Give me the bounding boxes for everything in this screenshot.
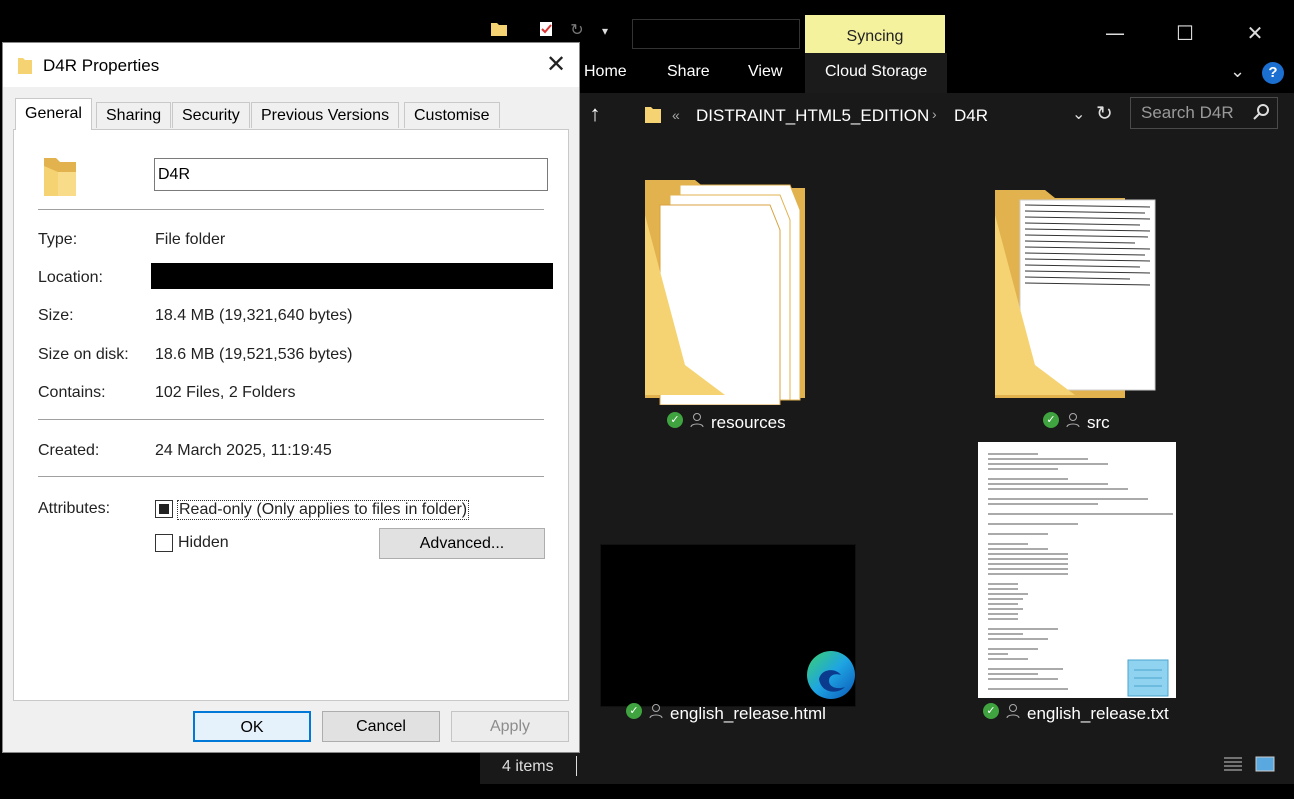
explorer-window: ↻ ▾ Syncing — ☐ ✕ Home Share View Cloud … (480, 10, 1294, 784)
person-icon (690, 412, 704, 428)
tab-home[interactable]: Home (584, 53, 627, 93)
created-value: 24 March 2025, 11:19:45 (155, 442, 332, 459)
address-dropdown-icon[interactable]: ⌄ (1072, 104, 1085, 124)
type-label: Type: (38, 231, 78, 248)
divider (576, 756, 577, 776)
search-icon[interactable] (1253, 103, 1271, 126)
item-label-html[interactable]: english_release.html (670, 704, 826, 724)
readonly-label[interactable]: Read-only (Only applies to files in fold… (177, 500, 470, 520)
breadcrumb-current[interactable]: D4R (954, 106, 988, 126)
chevron-down-icon[interactable]: ▾ (594, 20, 616, 42)
advanced-button[interactable]: Advanced... (379, 528, 545, 559)
tab-previous-versions[interactable]: Previous Versions (251, 102, 400, 128)
attributes-label: Attributes: (38, 500, 111, 517)
contains-value: 102 Files, 2 Folders (155, 384, 296, 401)
tab-customise[interactable]: Customise (404, 102, 500, 128)
search-box (1130, 97, 1278, 129)
folder-item-src[interactable] (990, 175, 1160, 405)
folder-icon (644, 104, 662, 129)
size-on-disk-value: 18.6 MB (19,521,536 bytes) (155, 346, 353, 363)
status-bar: 4 items (480, 750, 1294, 784)
edge-icon (805, 649, 857, 701)
folder-large-icon (42, 154, 78, 203)
folder-name-input[interactable] (154, 158, 548, 191)
tab-sharing[interactable]: Sharing (96, 102, 172, 128)
minimize-button[interactable]: — (1080, 18, 1150, 48)
person-icon (1066, 412, 1080, 428)
folder-icon (17, 55, 33, 80)
address-box[interactable]: « DISTRAINT_HTML5_EDITION › D4R ⌄ ↻ (636, 98, 1122, 130)
file-item-html[interactable] (600, 544, 856, 707)
tab-share[interactable]: Share (667, 53, 710, 93)
redacted-title (632, 19, 800, 49)
person-icon (1006, 703, 1020, 719)
folder-icon (488, 20, 510, 42)
divider (38, 209, 544, 210)
sync-ok-icon: ✓ (983, 703, 999, 719)
hidden-label[interactable]: Hidden (178, 534, 229, 552)
expand-ribbon-icon[interactable]: ⌄ (1230, 61, 1245, 82)
type-value: File folder (155, 231, 226, 248)
address-bar: ↑ « DISTRAINT_HTML5_EDITION › D4R ⌄ ↻ (480, 93, 1294, 137)
refresh-icon[interactable]: ↻ (1096, 101, 1113, 126)
properties-quick-icon[interactable] (535, 20, 557, 42)
sync-ok-icon: ✓ (667, 412, 683, 428)
tab-view[interactable]: View (748, 53, 782, 93)
contains-label: Contains: (38, 384, 106, 401)
explorer-titlebar: ↻ ▾ Syncing — ☐ ✕ (480, 10, 1294, 53)
item-label-resources[interactable]: resources (711, 413, 786, 433)
close-icon[interactable]: ✕ (541, 49, 571, 79)
size-on-disk-label: Size on disk: (38, 346, 129, 363)
text-preview-icon (988, 453, 1173, 697)
folder-thumbnail-icon (995, 190, 1156, 398)
ok-button[interactable]: OK (193, 711, 311, 742)
divider (38, 476, 544, 477)
help-icon[interactable]: ? (1262, 62, 1284, 84)
folder-thumbnail-icon (645, 180, 805, 406)
person-icon (649, 703, 663, 719)
item-label-txt[interactable]: english_release.txt (1027, 704, 1169, 724)
redacted-location (151, 263, 553, 289)
search-input[interactable] (1139, 102, 1249, 124)
item-count: 4 items (502, 758, 554, 775)
large-icons-view-icon[interactable] (1254, 754, 1276, 779)
ribbon: Home Share View Cloud Storage ⌄ ? (480, 53, 1294, 93)
breadcrumb-overflow-icon[interactable]: « (672, 107, 680, 123)
notepad-icon (1127, 659, 1169, 697)
details-view-icon[interactable] (1222, 754, 1244, 779)
general-panel: Type: File folder Location: Size: 18.4 M… (13, 129, 569, 701)
size-value: 18.4 MB (19,321,640 bytes) (155, 307, 353, 324)
sync-ok-icon: ✓ (1043, 412, 1059, 428)
breadcrumb-parent[interactable]: DISTRAINT_HTML5_EDITION (696, 106, 929, 126)
indeterminate-mark (159, 504, 169, 514)
divider (38, 419, 544, 420)
tab-general[interactable]: General (15, 98, 92, 130)
item-label-src[interactable]: src (1087, 413, 1110, 433)
readonly-checkbox[interactable] (155, 500, 173, 518)
up-arrow-icon[interactable]: ↑ (580, 99, 610, 129)
hidden-checkbox[interactable] (155, 534, 173, 552)
maximize-button[interactable]: ☐ (1150, 18, 1220, 48)
dialog-title: D4R Properties (43, 56, 160, 75)
created-label: Created: (38, 442, 100, 459)
dialog-titlebar: D4R Properties ✕ (3, 43, 579, 87)
tab-security[interactable]: Security (172, 102, 250, 128)
location-label: Location: (38, 269, 103, 286)
cancel-button[interactable]: Cancel (322, 711, 440, 742)
sync-ok-icon: ✓ (626, 703, 642, 719)
close-button[interactable]: ✕ (1220, 18, 1290, 48)
file-item-txt[interactable] (978, 442, 1176, 698)
apply-button[interactable]: Apply (451, 711, 569, 742)
folder-item-resources[interactable] (640, 175, 810, 406)
properties-dialog: D4R Properties ✕ General Sharing Securit… (2, 42, 580, 753)
tab-cloud-storage[interactable]: Cloud Storage (805, 53, 948, 93)
syncing-tab[interactable]: Syncing (805, 15, 945, 53)
breadcrumb-separator-icon: › (932, 106, 937, 122)
redo-icon[interactable]: ↻ (566, 20, 588, 42)
size-label: Size: (38, 307, 74, 324)
